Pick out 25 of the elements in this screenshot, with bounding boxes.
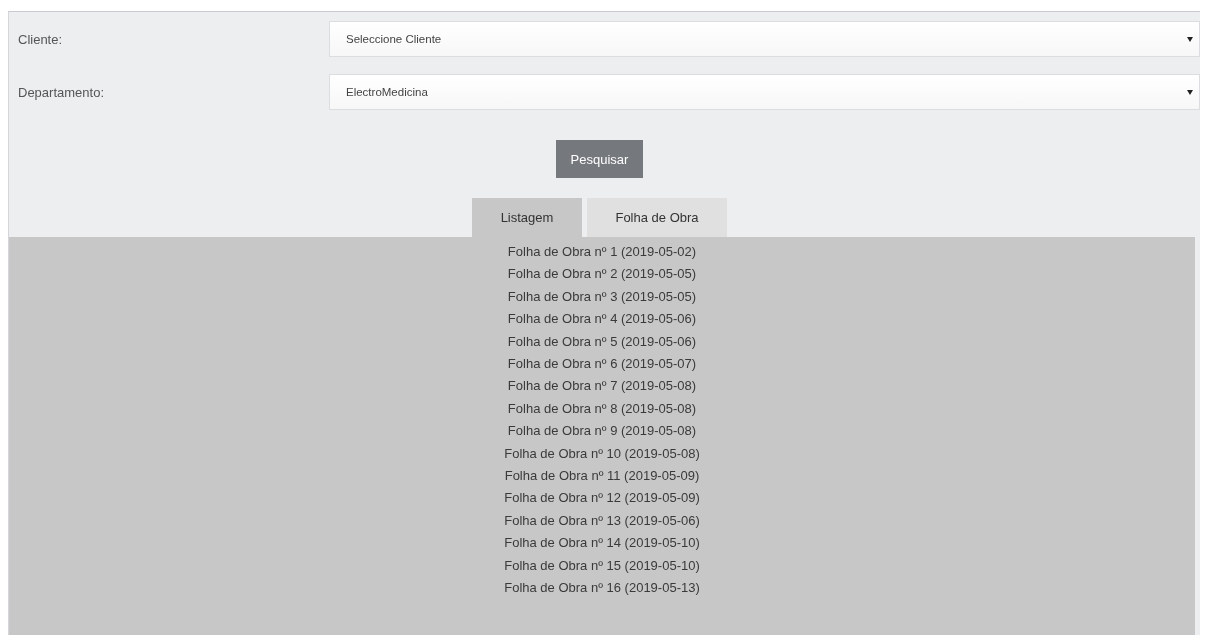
caret-icon xyxy=(1187,89,1193,95)
caret-icon xyxy=(1187,36,1193,42)
worksheet-link[interactable]: Folha de Obra nº 7 (2019-05-08) xyxy=(507,375,697,398)
worksheet-link[interactable]: Folha de Obra nº 8 (2019-05-08) xyxy=(507,397,697,421)
worksheet-link[interactable]: Folha de Obra nº 2 (2019-05-05) xyxy=(507,263,697,286)
worksheet-link[interactable]: Folha de Obra nº 5 (2019-05-06) xyxy=(507,330,697,354)
worksheet-link[interactable]: Folha de Obra nº 1 (2019-05-02) xyxy=(507,241,697,264)
tab[interactable]: Listagem xyxy=(472,198,582,237)
worksheet-link[interactable]: Folha de Obra nº 4 (2019-05-06) xyxy=(507,308,697,331)
worksheet-link[interactable]: Folha de Obra nº 9 (2019-05-08) xyxy=(507,420,697,443)
worksheet-link[interactable]: Folha de Obra nº 3 (2019-05-05) xyxy=(507,285,697,309)
worksheet-link[interactable]: Folha de Obra nº 12 (2019-05-09) xyxy=(504,487,700,510)
dropdown-field[interactable]: Seleccione Cliente xyxy=(329,21,1200,57)
worksheet-link[interactable]: Folha de Obra nº 11 (2019-05-09) xyxy=(504,465,700,488)
tab[interactable]: Folha de Obra xyxy=(587,198,727,237)
worksheet-link[interactable]: Folha de Obra nº 13 (2019-05-06) xyxy=(504,509,700,533)
worksheet-link[interactable]: Folha de Obra nº 14 (2019-05-10) xyxy=(504,532,700,555)
search-button[interactable]: Pesquisar xyxy=(556,140,643,178)
dropdown-field[interactable]: ElectroMedicina xyxy=(329,74,1200,110)
worksheet-link[interactable]: Folha de Obra nº 10 (2019-05-08) xyxy=(504,442,700,466)
worksheet-link[interactable]: Folha de Obra nº 16 (2019-05-13) xyxy=(504,577,700,600)
field-label: Cliente: xyxy=(17,31,64,47)
worksheet-link[interactable]: Folha de Obra nº 6 (2019-05-07) xyxy=(507,353,697,376)
field-label: Departamento: xyxy=(17,84,105,100)
worksheet-link[interactable]: Folha de Obra nº 15 (2019-05-10) xyxy=(504,554,700,578)
